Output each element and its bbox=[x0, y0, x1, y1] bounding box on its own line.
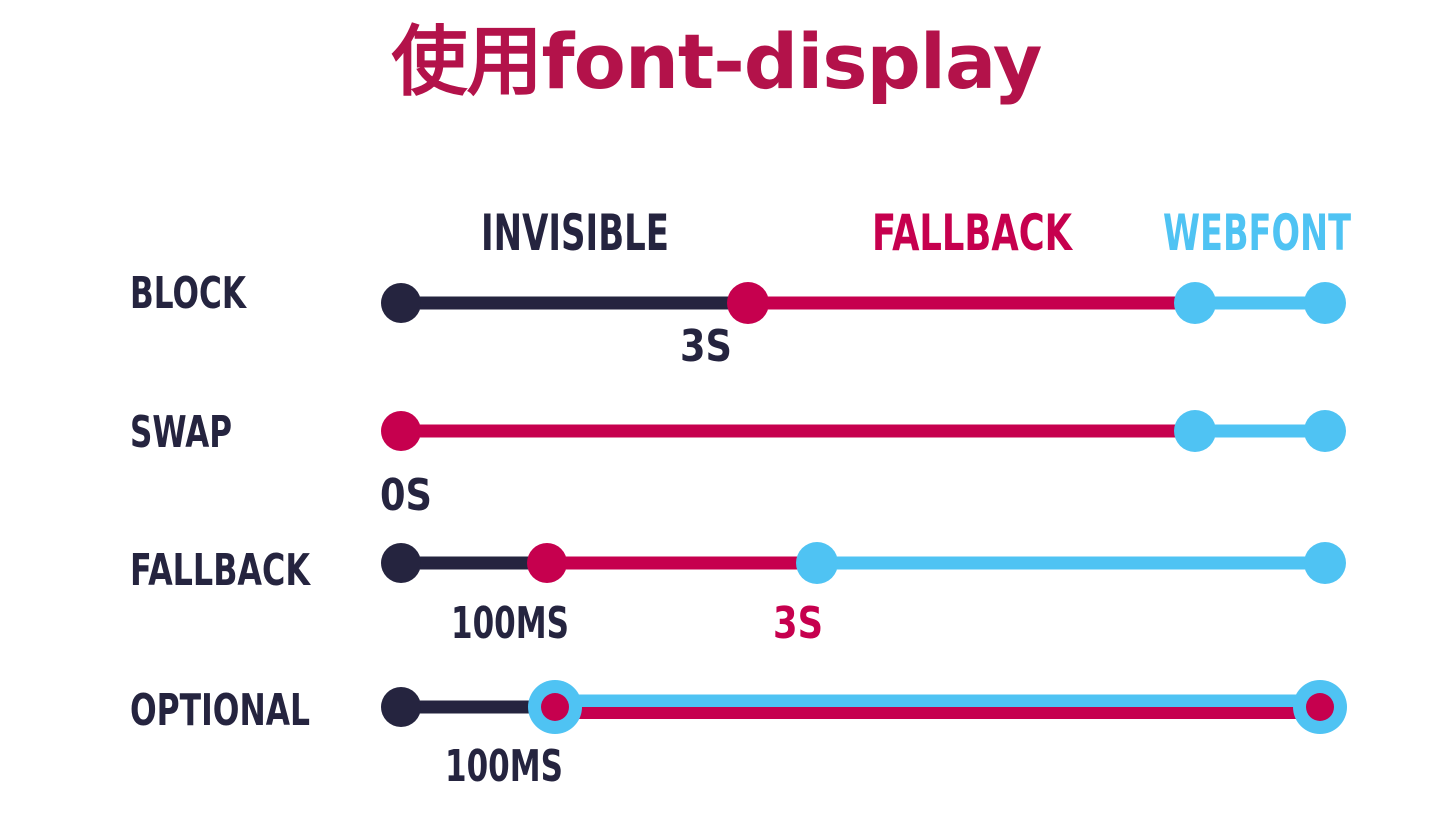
legend-fallback: FALLBACK bbox=[872, 204, 1074, 262]
block-end-node bbox=[1304, 282, 1346, 324]
timeline-fallback: 100MS 3S bbox=[381, 542, 1346, 649]
timeline-block: 3S bbox=[381, 282, 1346, 372]
fallback-start-node bbox=[381, 543, 421, 583]
row-label-block: BLOCK bbox=[130, 268, 247, 319]
legend: INVISIBLE FALLBACK WEBFONT bbox=[481, 204, 1351, 262]
optional-start-node bbox=[381, 687, 421, 727]
fallback-end-node bbox=[1304, 542, 1346, 584]
swap-end-node bbox=[1304, 410, 1346, 452]
row-labels: BLOCK SWAP FALLBACK OPTIONAL bbox=[130, 268, 311, 736]
block-start-node bbox=[381, 283, 421, 323]
fallback-fallback-node bbox=[527, 543, 567, 583]
fallback-webfont-node bbox=[796, 542, 838, 584]
block-fallback-node bbox=[727, 282, 769, 324]
legend-invisible: INVISIBLE bbox=[481, 204, 669, 262]
font-display-diagram: INVISIBLE FALLBACK WEBFONT BLOCK SWAP FA… bbox=[130, 204, 1351, 792]
timeline-swap: 0S bbox=[380, 410, 1346, 521]
block-webfont-node bbox=[1174, 282, 1216, 324]
row-label-swap: SWAP bbox=[130, 407, 232, 458]
row-label-optional: OPTIONAL bbox=[130, 685, 310, 736]
row-label-fallback: FALLBACK bbox=[130, 545, 311, 596]
optional-swap-node bbox=[541, 693, 569, 721]
swap-time-label: 0S bbox=[380, 470, 432, 521]
block-time-label: 3S bbox=[680, 321, 732, 372]
fallback-time-label-100ms: 100MS bbox=[451, 598, 569, 649]
swap-webfont-node bbox=[1174, 410, 1216, 452]
optional-time-label: 100MS bbox=[445, 741, 563, 792]
timeline-optional: 100MS bbox=[381, 680, 1347, 792]
fallback-time-label-3s: 3S bbox=[773, 598, 823, 649]
optional-end-node bbox=[1306, 693, 1334, 721]
legend-webfont: WEBFONT bbox=[1163, 204, 1351, 262]
swap-start-node bbox=[381, 411, 421, 451]
